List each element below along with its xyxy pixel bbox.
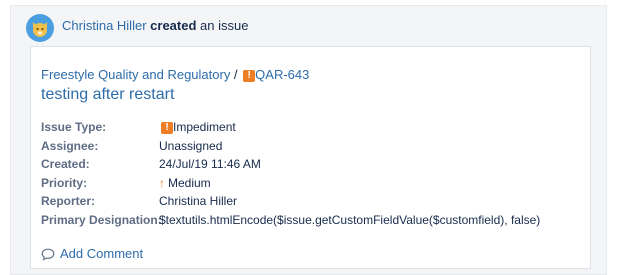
issue-key-link[interactable]: QAR-643 bbox=[255, 67, 309, 82]
actor-link[interactable]: Christina Hiller bbox=[62, 18, 147, 33]
add-comment-link[interactable]: Add Comment bbox=[41, 246, 143, 262]
field-value: ↑ Medium bbox=[159, 174, 211, 193]
user-avatar[interactable] bbox=[26, 14, 54, 42]
field-row-priority: Priority: ↑ Medium bbox=[41, 174, 540, 193]
breadcrumb-separator: / bbox=[230, 67, 242, 82]
project-link[interactable]: Freestyle Quality and Regulatory bbox=[41, 67, 230, 82]
field-label: Reporter: bbox=[41, 194, 96, 208]
field-label: Primary Designation: bbox=[41, 212, 162, 227]
issue-type-icon: ! bbox=[243, 70, 256, 82]
issue-title-link[interactable]: testing after restart bbox=[41, 85, 174, 105]
field-row-reporter: Reporter: Christina Hiller bbox=[41, 192, 540, 211]
activity-verb: created bbox=[150, 18, 197, 33]
breadcrumb: Freestyle Quality and Regulatory / ! QAR-… bbox=[41, 67, 309, 83]
field-row-assignee: Assignee: Unassigned bbox=[41, 137, 540, 156]
issue-type-value: Impediment bbox=[173, 120, 236, 134]
priority-medium-icon: ↑ bbox=[159, 175, 165, 190]
assignee-value: Unassigned bbox=[159, 138, 223, 153]
primary-designation-value: $textutils.htmlEncode($issue.getCustomFi… bbox=[159, 212, 541, 227]
field-row-created: Created: 24/Jul/19 11:46 AM bbox=[41, 155, 540, 174]
field-label: Created: bbox=[41, 157, 90, 171]
activity-object-text: an issue bbox=[196, 18, 249, 33]
issue-card: Freestyle Quality and Regulatory / ! QAR-… bbox=[30, 46, 591, 269]
cat-avatar-icon bbox=[33, 22, 47, 37]
issue-fields: Issue Type: ! Impediment Assignee: Unassi… bbox=[41, 118, 540, 229]
field-label: Priority: bbox=[41, 175, 88, 190]
impediment-icon: ! bbox=[161, 122, 173, 134]
field-row-issue-type: Issue Type: ! Impediment bbox=[41, 118, 540, 137]
activity-stream-entry: Christina Hiller created an issue Freest… bbox=[10, 5, 607, 275]
created-value: 24/Jul/19 11:46 AM bbox=[159, 157, 261, 171]
priority-value: Medium bbox=[168, 175, 211, 190]
field-label: Assignee: bbox=[41, 138, 99, 153]
field-label: Issue Type: bbox=[41, 120, 107, 134]
add-comment-label: Add Comment bbox=[60, 246, 144, 261]
activity-headline: Christina Hiller created an issue bbox=[62, 18, 248, 34]
field-value: ! Impediment bbox=[159, 118, 236, 137]
comment-icon bbox=[41, 248, 55, 261]
reporter-link[interactable]: Christina Hiller bbox=[159, 192, 237, 211]
field-row-primary-designation: Primary Designation: $textutils.htmlEnco… bbox=[41, 211, 540, 230]
